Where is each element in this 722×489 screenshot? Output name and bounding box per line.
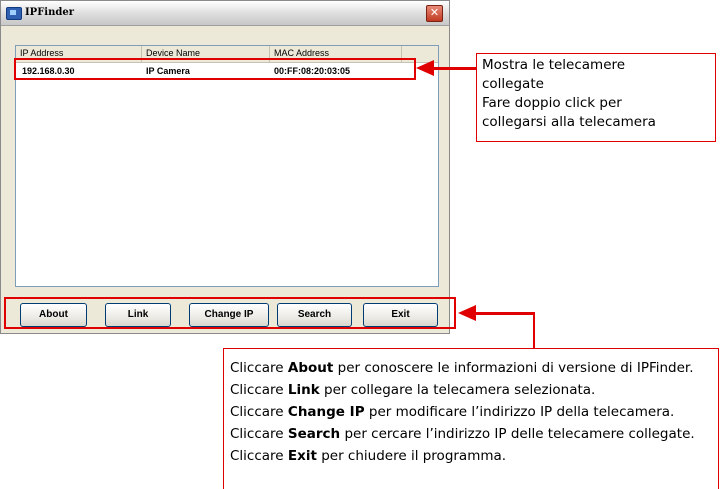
row-highlight-box [14, 58, 416, 80]
device-list-callout: Mostra le telecamere collegate Fare dopp… [476, 53, 716, 142]
callout-line-exit: Cliccare Exit per chiudere il programma. [230, 445, 712, 467]
callout-line: Fare doppio click per [482, 95, 622, 111]
callout-line: collegate [482, 76, 544, 92]
window-title: IPFinder [25, 7, 74, 18]
buttons-highlight-box [4, 297, 456, 329]
callout-keyword: Link [287, 382, 320, 398]
row-arrow-line [434, 67, 476, 70]
callout-keyword: Search [287, 426, 341, 442]
callout-keyword: About [287, 360, 334, 376]
callout-line-link: Cliccare Link per collegare la telecamer… [230, 379, 712, 401]
close-button[interactable]: ✕ [426, 5, 443, 22]
callout-text: Cliccare [230, 426, 288, 442]
callout-keyword: Change IP [287, 404, 365, 420]
callout-text: Cliccare [230, 382, 288, 398]
callout-text: per conoscere le informazioni di version… [333, 360, 694, 376]
callout-text: Cliccare [230, 360, 288, 376]
callout-line-about: Cliccare About per conoscere le informaz… [230, 357, 712, 379]
buttons-callout: Cliccare About per conoscere le informaz… [223, 348, 719, 489]
callout-text: per collegare la telecamera selezionata. [319, 382, 596, 398]
callout-line: Mostra le telecamere [482, 57, 626, 73]
title-bar[interactable]: IPFinder ✕ [1, 1, 449, 26]
buttons-arrow-head [458, 305, 476, 321]
callout-text: Cliccare [230, 404, 288, 420]
row-arrow-head [416, 60, 434, 76]
buttons-arrow-connector [533, 312, 535, 348]
callout-line-search: Cliccare Search per cercare l’indirizzo … [230, 423, 712, 445]
buttons-arrow-line [474, 312, 535, 315]
device-list[interactable]: IP Address Device Name MAC Address 192.1… [15, 45, 439, 287]
callout-line-change-ip: Cliccare Change IP per modificare l’indi… [230, 401, 712, 423]
callout-text: per chiudere il programma. [316, 448, 507, 464]
callout-text: Cliccare [230, 448, 288, 464]
callout-line: collegarsi alla telecamera [482, 114, 656, 130]
ipfinder-window: IPFinder ✕ IP Address Device Name MAC Ad… [0, 0, 450, 334]
callout-text: per modificare l’indirizzo IP della tele… [364, 404, 675, 420]
callout-keyword: Exit [287, 448, 317, 464]
callout-text: per cercare l’indirizzo IP delle telecam… [340, 426, 695, 442]
ipfinder-app-icon [6, 7, 22, 20]
